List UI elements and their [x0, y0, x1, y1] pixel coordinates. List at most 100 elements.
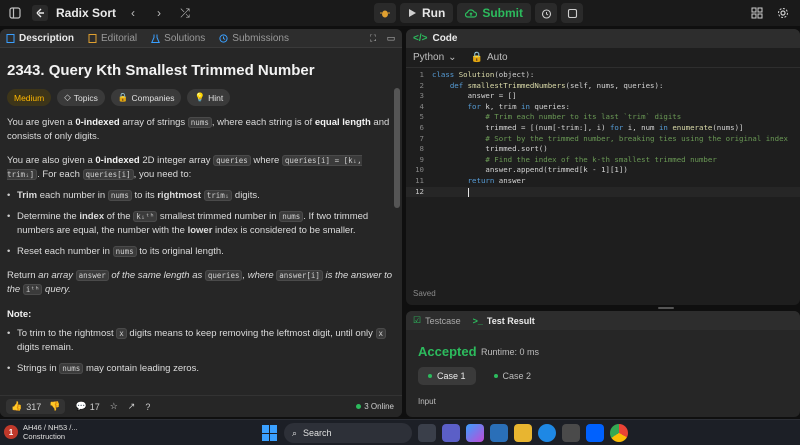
inline-code: queries[i]: [82, 169, 134, 180]
thumbs-down-icon[interactable]: 👎: [49, 401, 60, 412]
play-icon: [409, 9, 416, 17]
windows-start-icon[interactable]: [262, 425, 278, 441]
settings-gear-icon[interactable]: [774, 4, 792, 22]
chevron-left-icon[interactable]: ‹: [124, 4, 142, 22]
debug-button[interactable]: [374, 3, 396, 23]
checkbox-icon: ☑: [413, 315, 422, 325]
tab-submissions[interactable]: Submissions: [219, 33, 289, 44]
text: You are given a: [7, 117, 76, 128]
share-icon[interactable]: ↗: [128, 401, 136, 412]
line-text: [432, 187, 468, 198]
store-icon[interactable]: [562, 424, 580, 442]
tab-solutions[interactable]: Solutions: [151, 33, 205, 44]
comment-icon: 💬: [75, 401, 87, 411]
text: Strings in: [17, 363, 60, 374]
task-view-icon[interactable]: [418, 424, 436, 442]
case-1-tab[interactable]: Case 1: [418, 367, 476, 385]
like-button[interactable]: 👍 317 👎: [6, 399, 66, 414]
note-icon: [567, 8, 577, 18]
code-panel-header: </> Code: [406, 29, 800, 48]
problem-list-title[interactable]: Radix Sort: [56, 6, 116, 20]
description-panel: Description Editorial Solutions Submissi…: [0, 29, 402, 417]
panel-layout-icon[interactable]: [6, 4, 24, 22]
tab-description[interactable]: Description: [6, 33, 74, 44]
pass-dot-icon: [493, 374, 498, 378]
problem-tags: Medium ◇ Topics 🔒 Companies 💡 Hint: [7, 89, 395, 106]
companies-label: Companies: [131, 92, 175, 103]
taskbar-search[interactable]: ⌕ Search: [284, 423, 412, 443]
tab-editorial-label: Editorial: [101, 32, 138, 44]
text: digits.: [232, 190, 260, 201]
file-explorer-icon[interactable]: [514, 424, 532, 442]
auto-mode-toggle[interactable]: 🔒 Auto: [471, 52, 508, 63]
tab-testcase[interactable]: ☑ Testcase: [413, 315, 461, 326]
code-brackets-icon: </>: [413, 33, 428, 44]
text: Return: [7, 270, 39, 281]
weather-widget[interactable]: 1 AH46 / NH53 /... Construction: [4, 423, 78, 441]
notes-button[interactable]: [561, 3, 583, 23]
text-bold: index: [79, 211, 105, 222]
layout-grid-icon[interactable]: [748, 4, 766, 22]
timer-button[interactable]: [535, 3, 557, 23]
description-scrollbar[interactable]: [394, 88, 400, 208]
teams-icon[interactable]: [442, 424, 460, 442]
panel-resize-handle[interactable]: [406, 307, 800, 309]
code-line: 3 answer = []: [406, 91, 800, 102]
app-icon[interactable]: [490, 424, 508, 442]
book-icon: [88, 33, 97, 43]
text: , you need to:: [133, 169, 192, 180]
dropbox-icon[interactable]: [586, 424, 604, 442]
code-line: 7 # Sort by the trimmed number, breaking…: [406, 134, 800, 145]
companies-tag[interactable]: 🔒 Companies: [110, 89, 182, 106]
text-bold: lower: [187, 225, 213, 236]
run-button[interactable]: Run: [400, 3, 454, 23]
chevron-down-icon: ⌄: [448, 52, 457, 63]
edge-browser-icon[interactable]: [538, 424, 556, 442]
language-select[interactable]: Python ⌄: [413, 52, 457, 63]
maximize-icon[interactable]: ⛶: [368, 33, 378, 43]
tab-editorial[interactable]: Editorial: [88, 33, 137, 44]
language-label: Python: [413, 52, 445, 63]
online-dot-icon: [356, 404, 362, 409]
line-text: answer.append(trimmed[k - 1][1]): [432, 165, 628, 175]
submit-button[interactable]: Submit: [457, 3, 531, 23]
inline-code: x: [116, 328, 127, 339]
help-icon[interactable]: ?: [145, 402, 150, 412]
code-editor[interactable]: 1 class Solution(object): 2 def smallestT…: [406, 68, 800, 198]
comments-count: 17: [89, 401, 100, 412]
case-label: Case 2: [502, 371, 532, 381]
inline-code: answer[i]: [276, 270, 323, 281]
hint-tag[interactable]: 💡 Hint: [187, 89, 231, 106]
code-line: 9 # Find the index of the k-th smallest …: [406, 155, 800, 166]
tab-solutions-label: Solutions: [164, 32, 206, 44]
star-icon[interactable]: ☆: [110, 401, 118, 412]
line-text: for k, trim in queries:: [467, 101, 570, 111]
likes-count: 317: [26, 401, 42, 412]
text-italic: , where: [242, 270, 277, 281]
inline-code: nums: [187, 117, 212, 128]
chrome-icon[interactable]: [610, 424, 628, 442]
comments-button[interactable]: 💬 17: [75, 401, 99, 412]
line-number: 5: [419, 112, 424, 122]
copilot-icon[interactable]: [466, 424, 484, 442]
text-bold: rightmost: [157, 190, 202, 201]
text: may contain leading zeros.: [83, 363, 199, 374]
inline-code: x: [375, 328, 387, 339]
tab-test-result[interactable]: >_ Test Result: [473, 316, 535, 326]
line-text: def smallestTrimmedNumbers(self, nums, q…: [449, 80, 664, 90]
shuffle-icon[interactable]: ⤮: [176, 4, 194, 22]
line-text: # Find the index of the k-th smallest tr…: [432, 154, 717, 164]
chevron-right-icon[interactable]: ›: [150, 4, 168, 22]
cloud-upload-icon: [465, 9, 478, 18]
line-text: answer = []: [432, 91, 517, 101]
app-logo-icon[interactable]: [32, 5, 48, 21]
line-number: 4: [419, 101, 424, 111]
inline-code: queries: [204, 270, 243, 281]
line-number: 7: [419, 133, 424, 143]
case-2-tab[interactable]: Case 2: [484, 367, 542, 385]
collapse-icon[interactable]: ▭: [386, 33, 396, 43]
topics-tag[interactable]: ◇ Topics: [57, 89, 105, 106]
text-cursor: [467, 187, 469, 197]
search-icon: ⌕: [292, 427, 298, 438]
text-bold: 0-indexed: [75, 117, 120, 128]
